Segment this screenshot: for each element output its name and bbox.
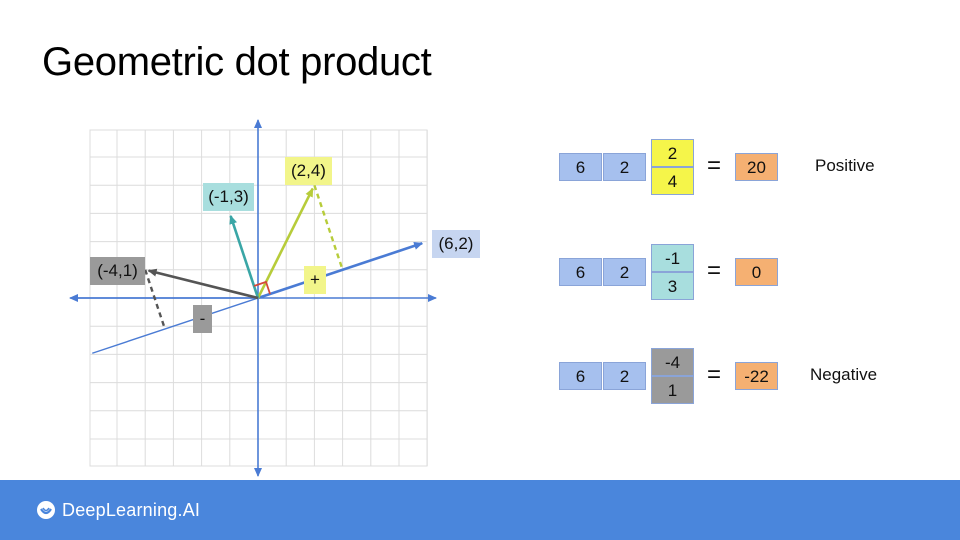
equals-sign: = bbox=[707, 257, 722, 284]
result-cell: 0 bbox=[735, 258, 778, 286]
row-vector-cell: 2 bbox=[603, 362, 646, 390]
result-note-positive: Positive bbox=[815, 156, 875, 175]
vector-label-neg1-3: (-1,3) bbox=[203, 183, 254, 211]
row-vector-cell: 2 bbox=[603, 153, 646, 181]
projection-sign-negative: - bbox=[193, 305, 212, 333]
equals-sign: = bbox=[707, 152, 722, 179]
row-vector-cell: 2 bbox=[603, 258, 646, 286]
footer-bar: DeepLearning.AI bbox=[0, 480, 960, 540]
brand: DeepLearning.AI bbox=[36, 498, 200, 522]
column-vector-cell: 3 bbox=[651, 272, 694, 300]
column-vector-cell: -1 bbox=[651, 244, 694, 272]
equals-sign: = bbox=[707, 361, 722, 388]
result-cell: 20 bbox=[735, 153, 778, 181]
projection-line-v3 bbox=[144, 269, 167, 330]
row-vector-cell: 6 bbox=[559, 362, 602, 390]
vector-label-neg4-1: (-4,1) bbox=[90, 257, 145, 285]
result-note-negative: Negative bbox=[810, 365, 878, 384]
row-vector-cell: 6 bbox=[559, 153, 602, 181]
column-vector-cell: -4 bbox=[651, 348, 694, 376]
result-cell: -22 bbox=[735, 362, 778, 390]
row-vector-cell: 6 bbox=[559, 258, 602, 286]
brand-name: DeepLearning.AI bbox=[62, 499, 201, 520]
projection-sign-positive: + bbox=[304, 266, 326, 294]
vector-label-2-4: (2,4) bbox=[285, 157, 332, 185]
vector-arrow-v2 bbox=[229, 214, 260, 299]
column-vector-cell: 1 bbox=[651, 376, 694, 404]
vector-diagram bbox=[69, 119, 437, 477]
projection-line-v1 bbox=[313, 184, 344, 271]
column-vector-cell: 2 bbox=[651, 139, 694, 167]
vector-label-6-2: (6,2) bbox=[432, 230, 480, 258]
deeplearning-logo-icon bbox=[37, 501, 55, 519]
column-vector-cell: 4 bbox=[651, 167, 694, 195]
vector-arrow-v3 bbox=[147, 268, 259, 300]
